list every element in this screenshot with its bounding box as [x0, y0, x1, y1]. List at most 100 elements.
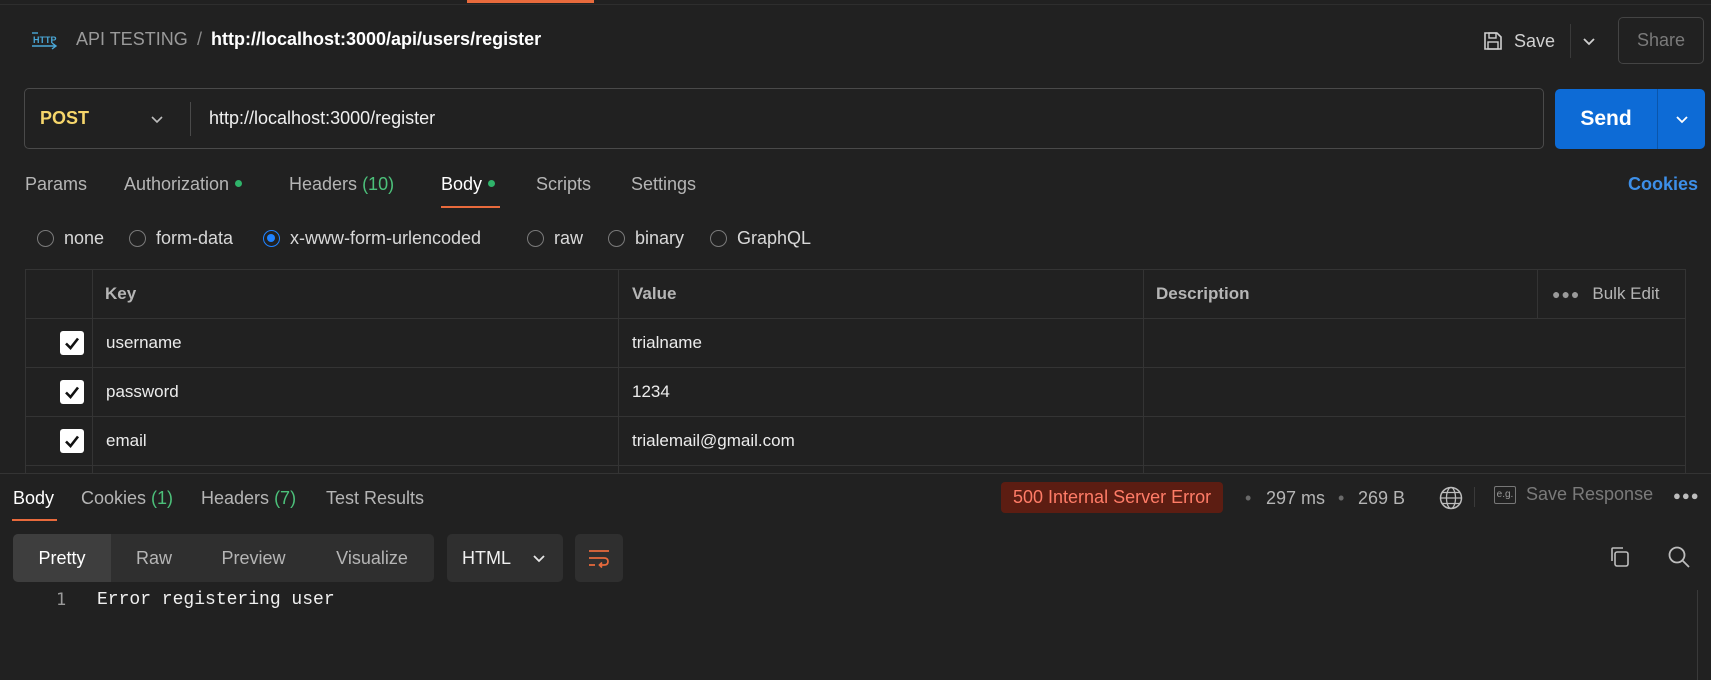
breadcrumb-collection[interactable]: API TESTING	[76, 29, 188, 50]
params-table	[25, 269, 1686, 473]
copy-icon[interactable]	[1608, 545, 1632, 574]
view-visualize[interactable]: Visualize	[310, 534, 434, 582]
radio-raw[interactable]: raw	[527, 227, 583, 249]
tab-settings[interactable]: Settings	[631, 174, 696, 195]
wrap-lines-button[interactable]	[575, 534, 623, 582]
save-dropdown-button[interactable]	[1570, 24, 1606, 58]
table-cell-key[interactable]: username	[106, 333, 182, 353]
table-cell-key[interactable]: password	[106, 382, 179, 402]
table-cell-value[interactable]: trialemail@gmail.com	[632, 431, 795, 451]
bulk-edit-button[interactable]: ●●● Bulk Edit	[1552, 284, 1659, 304]
status-dot	[488, 179, 496, 187]
status-dot	[235, 179, 243, 187]
radio-form-data[interactable]: form-data	[129, 227, 233, 249]
tab-label: Body	[13, 488, 55, 508]
chevron-down-icon[interactable]	[148, 108, 166, 130]
response-time[interactable]: 297 ms	[1266, 488, 1325, 509]
response-size[interactable]: 269 B	[1358, 488, 1405, 509]
response-tab-body[interactable]: Body	[13, 488, 54, 509]
tab-label: Test Results	[326, 488, 425, 508]
response-divider[interactable]	[0, 473, 1711, 474]
radio-button[interactable]	[129, 229, 146, 247]
save-response-button[interactable]: e.g. Save Response	[1494, 484, 1653, 505]
tab-label: Cookies	[81, 488, 147, 508]
checkmark-icon	[65, 435, 80, 448]
tab-headers[interactable]: Headers (10)	[289, 174, 394, 195]
radio-button[interactable]	[527, 229, 544, 247]
tab-params[interactable]: Params	[25, 174, 87, 195]
line-number: 1	[56, 590, 67, 610]
active-tab-indicator	[467, 0, 594, 3]
column-header-key: Key	[105, 284, 137, 303]
row-checkbox[interactable]	[60, 429, 84, 453]
search-icon[interactable]	[1667, 545, 1691, 574]
table-cell-key[interactable]: email	[106, 431, 147, 451]
checkmark-icon	[65, 337, 80, 350]
radio-label: GraphQL	[737, 227, 812, 248]
tab-authorization[interactable]: Authorization	[124, 174, 243, 195]
radio-none[interactable]: none	[37, 227, 104, 249]
bulk-edit-label: Bulk Edit	[1592, 284, 1660, 303]
scrollbar[interactable]	[1697, 590, 1698, 680]
column-header-description: Description	[1156, 284, 1250, 303]
bullet: •	[1245, 488, 1252, 508]
view-raw[interactable]: Raw	[111, 534, 197, 582]
column-divider	[1537, 269, 1538, 318]
format-select[interactable]: HTML	[447, 534, 563, 582]
row-checkbox[interactable]	[60, 380, 84, 404]
tab-body[interactable]: Body	[441, 174, 496, 195]
radio-label: form-data	[156, 227, 234, 248]
request-title[interactable]: http://localhost:3000/api/users/register	[211, 29, 541, 50]
tab-label: Scripts	[536, 174, 592, 194]
cookies-link[interactable]: Cookies	[1628, 174, 1698, 195]
row-checkbox[interactable]	[60, 331, 84, 355]
response-tab-test-results[interactable]: Test Results	[326, 488, 424, 509]
radio-button-checked[interactable]	[263, 229, 280, 247]
response-body-line[interactable]: Error registering user	[97, 590, 335, 610]
table-cell-value[interactable]: trialname	[632, 333, 702, 353]
view-preview[interactable]: Preview	[197, 534, 310, 582]
tab-label: Headers	[289, 174, 358, 194]
save-button[interactable]: Save	[1482, 24, 1555, 58]
radio-button[interactable]	[608, 229, 625, 247]
column-divider	[1143, 269, 1144, 473]
wrap-icon	[589, 550, 609, 568]
row-divider	[25, 318, 1686, 319]
tab-label: Authorization	[124, 174, 230, 194]
breadcrumb-separator: /	[197, 29, 203, 49]
bullet: •	[1338, 488, 1345, 508]
radio-x-www-form-urlencoded[interactable]: x-www-form-urlencoded	[263, 227, 481, 249]
radio-label: raw	[554, 227, 584, 248]
active-tab-underline	[12, 519, 57, 521]
table-cell-value[interactable]: 1234	[632, 382, 670, 402]
radio-label: none	[64, 227, 105, 248]
globe-icon[interactable]	[1438, 485, 1464, 516]
column-divider	[618, 269, 619, 473]
share-button[interactable]: Share	[1618, 17, 1704, 64]
tab-label: Headers	[201, 488, 270, 508]
window-tab-strip	[0, 0, 1711, 5]
tab-scripts[interactable]: Scripts	[536, 174, 591, 195]
radio-binary[interactable]: binary	[608, 227, 684, 249]
send-dropdown-button[interactable]	[1658, 89, 1705, 149]
radio-button[interactable]	[710, 229, 727, 247]
status-badge[interactable]: 500 Internal Server Error	[1001, 482, 1224, 513]
radio-button[interactable]	[37, 229, 54, 247]
row-divider	[25, 416, 1686, 417]
chevron-down-icon	[533, 555, 545, 563]
more-options-icon[interactable]: ●●●	[1552, 286, 1580, 302]
divider	[1474, 487, 1475, 507]
row-divider	[25, 367, 1686, 368]
checkmark-icon	[65, 386, 80, 399]
save-label: Save	[1514, 30, 1556, 51]
response-tab-cookies[interactable]: Cookies (1)	[81, 488, 173, 509]
method-select[interactable]: POST	[40, 108, 89, 129]
response-tab-headers[interactable]: Headers (7)	[201, 488, 296, 509]
column-divider	[92, 269, 93, 473]
send-button[interactable]: Send	[1555, 89, 1657, 149]
radio-graphql[interactable]: GraphQL	[710, 227, 811, 249]
view-pretty[interactable]: Pretty	[13, 534, 111, 582]
more-options-icon[interactable]: ●●●	[1673, 488, 1700, 503]
http-request-icon: HTTP	[30, 28, 60, 54]
url-input[interactable]: http://localhost:3000/register	[209, 108, 435, 129]
